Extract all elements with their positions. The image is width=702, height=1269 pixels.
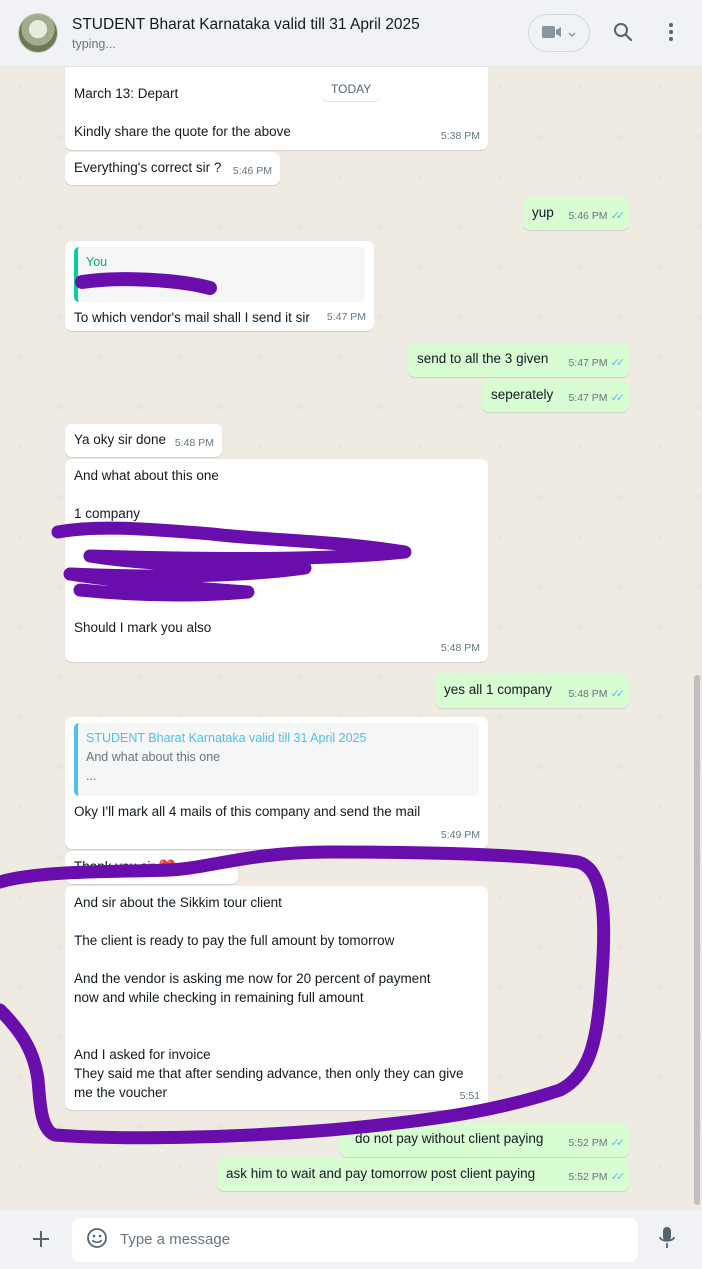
message-time: 5:49 PM	[440, 829, 480, 841]
message-time: 5:47 PM	[326, 311, 366, 323]
chevron-down-icon	[568, 26, 576, 41]
attach-button[interactable]	[26, 1225, 56, 1255]
message-incoming[interactable]: Everything's correct sir ? 5:46 PM	[65, 152, 280, 185]
video-call-icon	[542, 25, 562, 42]
message-outgoing[interactable]: send to all the 3 given 5:47 PM ✓✓	[408, 343, 629, 377]
message-outgoing[interactable]: yes all 1 company 5:48 PM ✓✓	[435, 674, 629, 708]
message-text: 1 company	[74, 506, 141, 521]
video-call-button[interactable]	[528, 14, 590, 52]
message-time: 5:48 PM	[174, 437, 214, 449]
message-input[interactable]	[120, 1231, 600, 1248]
message-text: And I asked for invoice	[74, 1047, 211, 1062]
read-receipt-icon: ✓✓	[610, 357, 626, 369]
message-text: Everything's correct sir ?	[74, 160, 222, 175]
message-text: Oky I'll mark all 4 mails of this compan…	[74, 804, 421, 819]
message-text: And what about this one	[74, 468, 219, 483]
scrollbar[interactable]	[694, 675, 700, 1205]
message-text: And sir about the Sikkim tour client	[74, 895, 282, 910]
message-time: 5:38 PM	[440, 130, 480, 142]
chat-header: STUDENT Bharat Karnataka valid till 31 A…	[0, 0, 702, 67]
message-input-box	[72, 1217, 638, 1262]
message-outgoing[interactable]: seperately 5:47 PM ✓✓	[482, 379, 629, 412]
read-receipt-icon: ✓✓	[610, 1137, 626, 1149]
message-incoming[interactable]: Thank you sir ❤️	[65, 851, 238, 884]
message-outgoing[interactable]: yup 5:46 PM ✓✓	[523, 197, 629, 230]
message-text: They said me that after sending advance,…	[74, 1066, 464, 1081]
read-receipt-icon: ✓✓	[610, 1171, 626, 1183]
quoted-message[interactable]: You	[74, 247, 365, 302]
composer-bar	[0, 1210, 702, 1269]
message-time: 5:52 PM	[568, 1137, 608, 1149]
message-text: The client is ready to pay the full amou…	[74, 933, 395, 948]
message-text: And the vendor is asking me now for 20 p…	[74, 971, 431, 986]
message-time: 5:48 PM	[440, 642, 480, 654]
plus-icon	[31, 1224, 51, 1255]
voice-message-button[interactable]	[658, 1226, 676, 1253]
quote-author: You	[86, 255, 108, 269]
message-text: Ya oky sir done	[74, 432, 167, 447]
quote-text: And what about this one	[86, 750, 221, 764]
message-incoming[interactable]: STUDENT Bharat Karnataka valid till 31 A…	[65, 717, 488, 849]
message-text: send to all the 3 given	[417, 351, 549, 366]
message-text: Should I mark you also	[74, 620, 212, 635]
message-incoming[interactable]: March 13: Depart Kindly share the quote …	[65, 67, 488, 150]
menu-icon	[668, 22, 674, 45]
mic-icon	[658, 1227, 676, 1253]
contact-avatar[interactable]	[18, 13, 58, 53]
message-time: 5:47 PM	[568, 357, 608, 369]
emoji-icon[interactable]	[86, 1227, 108, 1252]
message-list[interactable]: March 13: Depart Kindly share the quote …	[0, 67, 702, 1210]
message-text: seperately	[491, 387, 554, 402]
quoted-message[interactable]: STUDENT Bharat Karnataka valid till 31 A…	[74, 723, 479, 796]
message-text: now and while checking in remaining full…	[74, 990, 364, 1005]
message-text: March 13: Depart	[74, 86, 179, 101]
message-text: yup	[532, 205, 554, 220]
message-time: 5:48 PM	[568, 688, 608, 700]
read-receipt-icon: ✓✓	[610, 392, 626, 404]
message-time: 5:46 PM	[232, 165, 272, 177]
message-text: To which vendor's mail shall I send it s…	[74, 310, 310, 325]
contact-info[interactable]: STUDENT Bharat Karnataka valid till 31 A…	[72, 16, 528, 51]
message-text	[74, 103, 479, 122]
message-text: yes all 1 company	[444, 682, 553, 697]
message-incoming[interactable]: Ya oky sir done 5:48 PM	[65, 424, 222, 457]
message-time: 5:52 PM	[568, 1171, 608, 1183]
message-text: Thank you sir ❤️	[74, 859, 176, 874]
search-button[interactable]	[606, 16, 640, 50]
message-text: ask him to wait and pay tomorrow post cl…	[226, 1166, 536, 1181]
quote-author: STUDENT Bharat Karnataka valid till 31 A…	[86, 731, 367, 745]
message-text: do not pay without client paying	[355, 1131, 544, 1146]
read-receipt-icon: ✓✓	[610, 210, 626, 222]
message-outgoing[interactable]: do not pay without client paying 5:52 PM…	[340, 1123, 629, 1157]
menu-button[interactable]	[654, 16, 688, 50]
message-outgoing[interactable]: ask him to wait and pay tomorrow post cl…	[217, 1158, 629, 1191]
quote-text: ...	[86, 769, 97, 783]
contact-status: typing...	[72, 36, 116, 51]
date-badge: TODAY	[322, 77, 381, 101]
message-incoming[interactable]: And sir about the Sikkim tour client The…	[65, 886, 488, 1110]
message-text: me the voucher	[74, 1085, 168, 1100]
message-time: 5:51	[459, 1090, 480, 1102]
message-time: 5:47 PM	[568, 392, 608, 404]
contact-name: STUDENT Bharat Karnataka valid till 31 A…	[72, 15, 420, 33]
message-incoming[interactable]: And what about this one 1 company Should…	[65, 459, 488, 662]
read-receipt-icon: ✓✓	[610, 688, 626, 700]
message-time: 5:46 PM	[568, 210, 608, 222]
search-icon	[613, 22, 633, 45]
message-text: Kindly share the quote for the above	[74, 124, 291, 139]
message-incoming[interactable]: You To which vendor's mail shall I send …	[65, 241, 374, 331]
